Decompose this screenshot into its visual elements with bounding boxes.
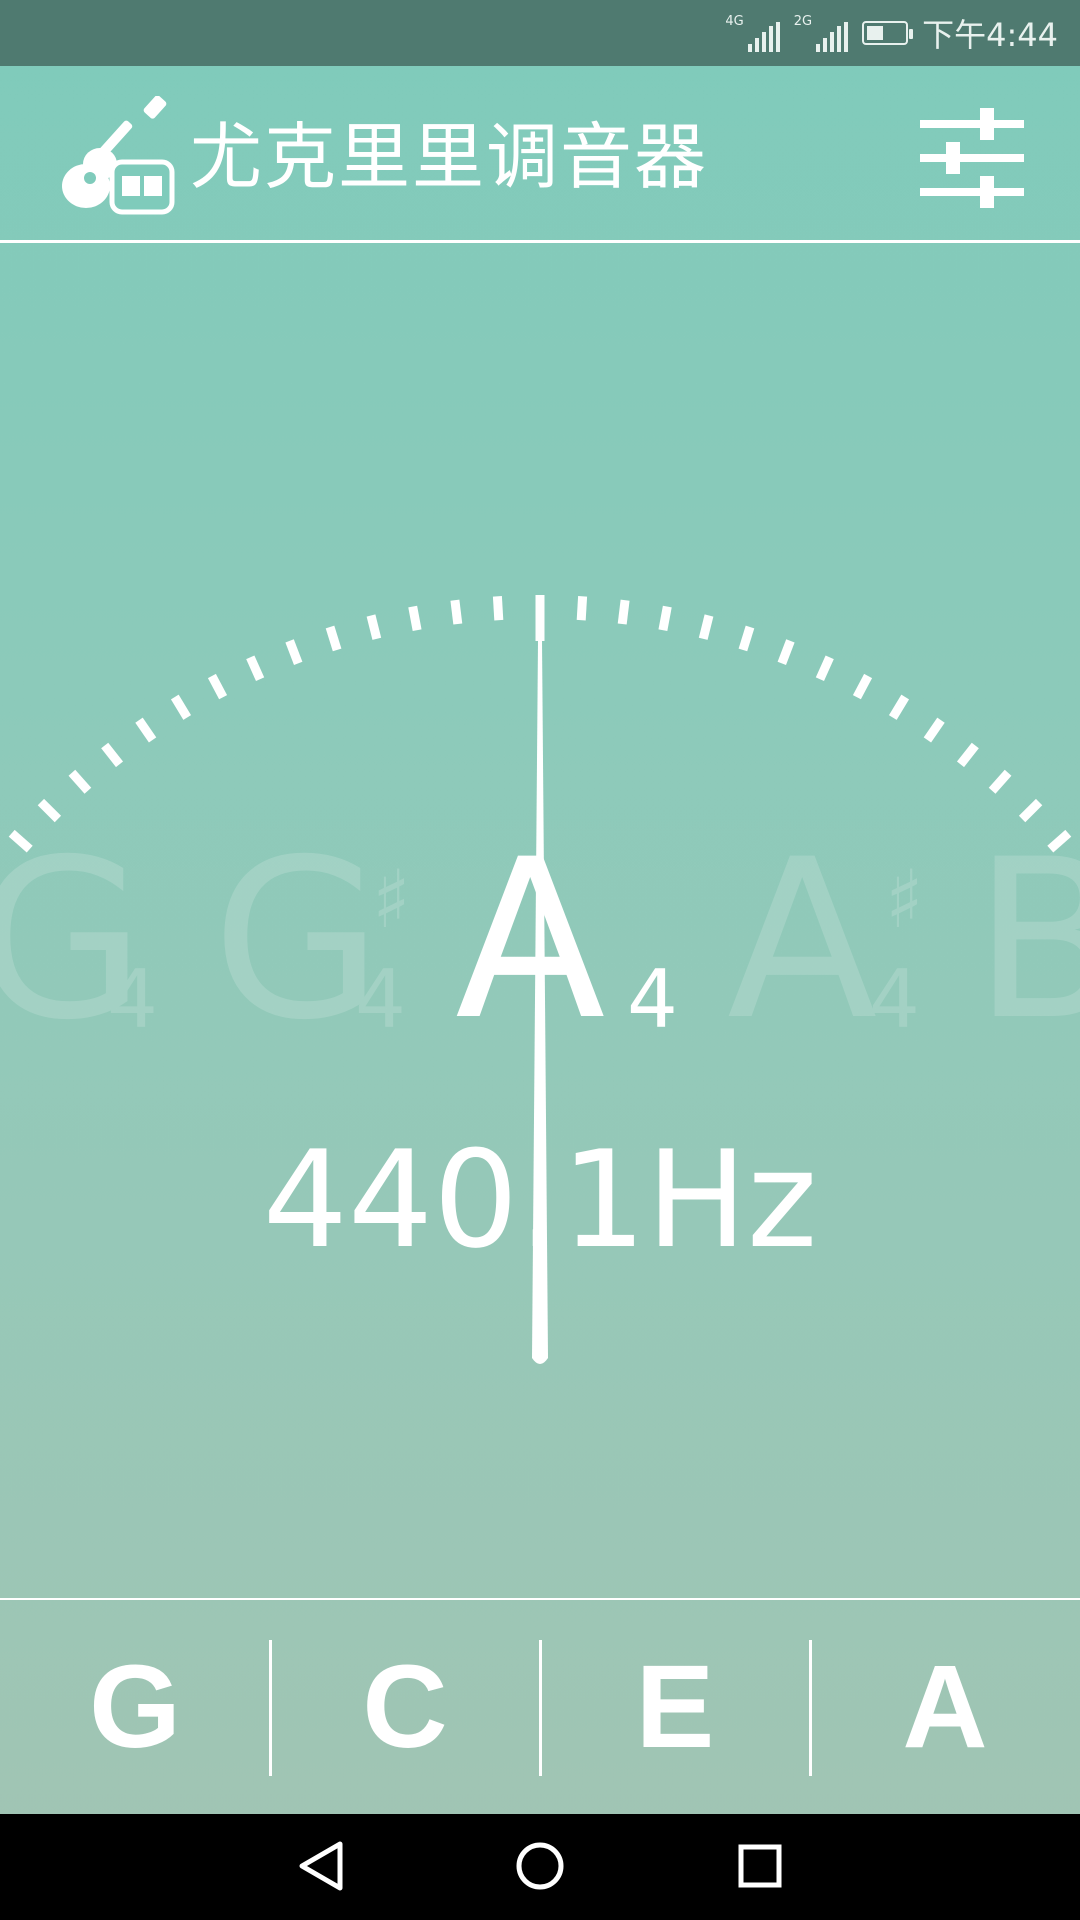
scale-tick xyxy=(852,673,873,700)
back-triangle-icon[interactable] xyxy=(280,1826,360,1906)
network-type-1: 4G xyxy=(725,13,744,29)
scale-tick xyxy=(207,673,228,700)
note-octave: 4 xyxy=(869,953,920,1046)
scale-tick xyxy=(135,717,157,743)
scale-tick xyxy=(492,596,504,621)
header-divider xyxy=(0,240,1080,243)
battery-icon xyxy=(862,21,914,45)
app-title: 尤克里里调音器 xyxy=(190,115,709,199)
signal-bars-icon xyxy=(747,21,780,52)
scale-tick xyxy=(366,614,382,640)
status-time: 下午4:44 xyxy=(922,16,1058,54)
battery-level xyxy=(867,26,884,40)
string-e-button[interactable]: E xyxy=(540,1600,810,1814)
note-letter: A xyxy=(727,812,878,1068)
ukulele-tuner-icon xyxy=(62,96,175,215)
scale-tick xyxy=(408,605,422,632)
string-divider xyxy=(269,1640,272,1776)
scale-tick xyxy=(815,655,834,682)
string-c-button[interactable]: C xyxy=(270,1600,540,1814)
scale-tick xyxy=(738,625,755,652)
signal-bars-icon xyxy=(816,21,849,52)
signal-1: 4G xyxy=(725,13,780,52)
recents-square-icon[interactable] xyxy=(720,1826,800,1906)
status-indicators: 4G 2G 下午4:44 xyxy=(725,0,1058,66)
scale-tick xyxy=(923,717,945,743)
scale-tick xyxy=(777,639,795,666)
string-a-button[interactable]: A xyxy=(810,1600,1080,1814)
scale-tick xyxy=(576,596,588,621)
tuner-needle xyxy=(532,640,548,1364)
sliders-icon[interactable] xyxy=(918,104,1026,212)
status-bar: 4G 2G 下午4:44 xyxy=(0,0,1080,66)
note-octave: 4 xyxy=(107,953,158,1046)
signal-2: 2G xyxy=(793,13,849,52)
navigation-bar xyxy=(0,1814,1080,1920)
scale-tick xyxy=(101,742,124,768)
string-g-button[interactable]: G xyxy=(0,1600,270,1814)
scale-tick xyxy=(246,655,265,682)
string-divider xyxy=(539,1640,542,1776)
sharp-sign: ♯ xyxy=(372,853,411,946)
scale-tick xyxy=(658,605,672,632)
scale-tick xyxy=(450,599,463,625)
home-circle-icon[interactable] xyxy=(500,1826,580,1906)
note-octave: 4 xyxy=(355,953,406,1046)
scale-tick xyxy=(988,769,1012,794)
scale-tick xyxy=(617,599,630,625)
note-letter: B xyxy=(973,812,1080,1068)
sharp-sign: ♯ xyxy=(885,853,924,946)
scale-tick xyxy=(285,639,303,666)
scale-tick xyxy=(956,742,979,768)
network-type-2: 2G xyxy=(793,13,813,29)
scale-tick xyxy=(698,614,714,640)
note-octave: 4 xyxy=(627,953,678,1046)
scale-tick xyxy=(325,625,342,652)
string-divider xyxy=(809,1640,812,1776)
scale-tick xyxy=(170,694,192,720)
scale-tick xyxy=(68,769,92,794)
scale-tick xyxy=(888,694,910,720)
